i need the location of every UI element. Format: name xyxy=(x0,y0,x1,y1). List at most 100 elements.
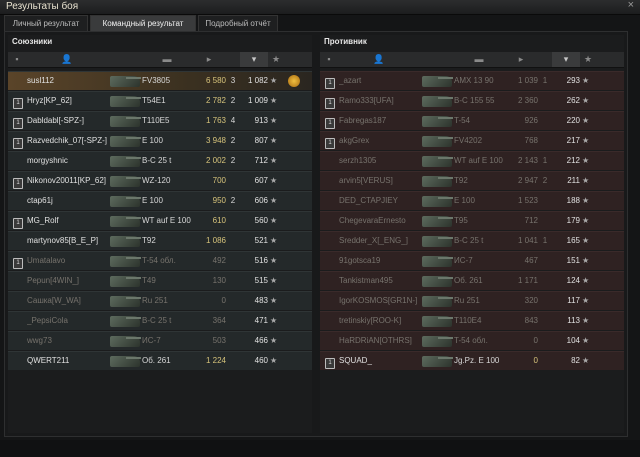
kills-value: 4 xyxy=(230,116,236,125)
table-row[interactable]: 1 Umatalavo T-54 обл. 492 516 ★ xyxy=(8,251,312,270)
xp-value: 104 xyxy=(566,336,580,345)
table-row[interactable]: 1 _azart AMX 13 90 1 039 1 293 ★ xyxy=(320,71,624,90)
square-icon[interactable]: ▪ xyxy=(10,52,24,67)
kills-value xyxy=(538,332,552,350)
square-icon[interactable]: ▪ xyxy=(322,52,336,67)
damage-value: 0 xyxy=(533,336,538,345)
player-name: Umatalavo xyxy=(27,256,66,265)
tab-personal-result[interactable]: Личный результат xyxy=(4,15,88,31)
tank-name: WT auf E 100 xyxy=(454,156,503,165)
table-row[interactable]: IgorKOSMOS[GR1N-] Ru 251 320 117 ★ xyxy=(320,291,624,310)
tank-icon xyxy=(420,312,454,330)
tab-team-result[interactable]: Командный результат xyxy=(90,15,196,31)
damage-icon[interactable]: ▸ xyxy=(192,52,226,67)
tank-icon xyxy=(108,172,142,190)
player-name: SQUAD_ xyxy=(339,356,372,365)
kills-value: 2 xyxy=(230,96,236,105)
table-row[interactable]: morgyshnic B-C 25 t 2 002 2 712 ★ xyxy=(8,151,312,170)
window-title: Результаты боя xyxy=(6,1,79,12)
table-row[interactable]: 1 Razvedchik_07[-SPZ-] E 100 3 948 2 807 ★ xyxy=(8,131,312,150)
table-row[interactable]: 91gotsca19 ИС-7 467 151 ★ xyxy=(320,251,624,270)
table-row[interactable]: Pepun[4WIN_] T49 130 515 ★ xyxy=(8,271,312,290)
xp-value: 607 xyxy=(254,176,268,185)
star-icon: ★ xyxy=(270,216,278,225)
star-icon: ★ xyxy=(582,156,590,165)
damage-value: 1 523 xyxy=(517,196,538,205)
star-icon: ★ xyxy=(582,256,590,265)
table-row[interactable]: serzh1305 WT auf E 100 2 143 1 212 ★ xyxy=(320,151,624,170)
table-row[interactable]: tretinskiy[ROO-K] T110E4 843 113 ★ xyxy=(320,311,624,330)
table-row[interactable]: 1 SQUAD_ Jg.Pz. E 100 0 82 ★ xyxy=(320,351,624,370)
table-row[interactable]: ChegevaraErnesto T95 712 179 ★ xyxy=(320,211,624,230)
tank-icon xyxy=(108,92,142,110)
platoon-icon xyxy=(325,192,335,210)
star-icon: ★ xyxy=(270,136,278,145)
player-icon[interactable]: 👤 xyxy=(344,52,414,67)
xp-value: 521 xyxy=(254,236,268,245)
table-row[interactable]: wwg73 ИС-7 503 466 ★ xyxy=(8,331,312,350)
xp-value: 124 xyxy=(566,276,580,285)
kills-icon[interactable]: ▾ xyxy=(240,52,268,67)
table-row[interactable]: 1 Nikonov20011[KP_62] WZ-120 700 607 ★ xyxy=(8,171,312,190)
table-row[interactable]: 1 akgGrex FV4202 768 217 ★ xyxy=(320,131,624,150)
tank-icon[interactable]: ▬ xyxy=(142,52,192,67)
damage-value: 2 782 xyxy=(205,96,226,105)
platoon-icon xyxy=(13,292,23,310)
tank-icon xyxy=(420,172,454,190)
damage-value: 1 171 xyxy=(517,276,538,285)
table-row[interactable]: Сашка[W_WA] Ru 251 0 483 ★ xyxy=(8,291,312,310)
xp-value: 188 xyxy=(566,196,580,205)
star-icon[interactable]: ★ xyxy=(268,52,284,67)
player-name: QWERT211 xyxy=(27,356,70,365)
kills-value xyxy=(226,332,240,350)
table-row[interactable]: ctap61j E 100 950 2 606 ★ xyxy=(8,191,312,210)
tank-icon xyxy=(108,192,142,210)
xp-value: 212 xyxy=(566,156,580,165)
table-row[interactable]: 1 Fabregas187 T-54 926 220 ★ xyxy=(320,111,624,130)
table-row[interactable]: _PepsiCola B-C 25 t 364 471 ★ xyxy=(8,311,312,330)
kills-value xyxy=(538,112,552,130)
star-icon: ★ xyxy=(582,316,590,325)
damage-value: 1 763 xyxy=(205,116,226,125)
xp-value: 560 xyxy=(254,216,268,225)
damage-icon[interactable]: ▸ xyxy=(504,52,538,67)
enemies-title: Противник xyxy=(324,37,367,46)
table-row[interactable]: martynov85[B_E_P] T92 1 086 521 ★ xyxy=(8,231,312,250)
damage-value: 843 xyxy=(524,316,538,325)
tank-name: WZ-120 xyxy=(142,176,171,185)
tank-icon xyxy=(108,212,142,230)
xp-value: 151 xyxy=(566,256,580,265)
platoon-icon: 1 xyxy=(13,172,23,190)
xp-value: 471 xyxy=(254,316,268,325)
star-icon: ★ xyxy=(582,276,590,285)
tank-name: Jg.Pz. E 100 xyxy=(454,356,500,365)
player-icon[interactable]: 👤 xyxy=(32,52,102,67)
close-icon[interactable]: × xyxy=(628,0,634,11)
tank-icon xyxy=(108,152,142,170)
damage-value: 712 xyxy=(524,216,538,225)
table-row[interactable]: 1 Dabldabl[-SPZ-] T110E5 1 763 4 913 ★ xyxy=(8,111,312,130)
table-row[interactable]: 1 Hryz[KP_62] T54E1 2 782 2 1 009 ★ xyxy=(8,91,312,110)
platoon-icon xyxy=(13,352,23,370)
tank-icon xyxy=(108,332,142,350)
tank-icon[interactable]: ▬ xyxy=(454,52,504,67)
tank-icon xyxy=(420,212,454,230)
table-row[interactable]: QWERT211 Об. 261 1 224 460 ★ xyxy=(8,351,312,370)
table-row[interactable]: Tankistman495 Об. 261 1 171 124 ★ xyxy=(320,271,624,290)
table-row[interactable]: DED_CTAPJIEY E 100 1 523 188 ★ xyxy=(320,191,624,210)
damage-value: 320 xyxy=(524,296,538,305)
player-name: Ramo333[UFA] xyxy=(339,96,394,105)
table-row[interactable]: susl112 FV3805 6 580 3 1 082 ★ xyxy=(8,71,312,90)
table-row[interactable]: arvin5[VERUS] T92 2 947 2 211 ★ xyxy=(320,171,624,190)
table-row[interactable]: 1 Ramo333[UFA] B-C 155 55 2 360 262 ★ xyxy=(320,91,624,110)
player-name: ChegevaraErnesto xyxy=(339,216,406,225)
table-row[interactable]: HaRDRiAN[OTHRS] T-54 обл. 0 104 ★ xyxy=(320,331,624,350)
kills-value xyxy=(226,172,240,190)
star-icon[interactable]: ★ xyxy=(580,52,596,67)
medal-icon[interactable] xyxy=(288,72,304,90)
table-row[interactable]: 1 MG_Rolf WT auf E 100 610 560 ★ xyxy=(8,211,312,230)
kills-icon[interactable]: ▾ xyxy=(552,52,580,67)
tab-detailed-report[interactable]: Подробный отчёт xyxy=(198,15,278,31)
table-row[interactable]: Sredder_X[_ENG_] B-C 25 t 1 041 1 165 ★ xyxy=(320,231,624,250)
results-frame: Союзники ▪ 👤 ▬ ▸ ▾ ★ susl112 FV3805 6 580 3… xyxy=(4,31,628,437)
